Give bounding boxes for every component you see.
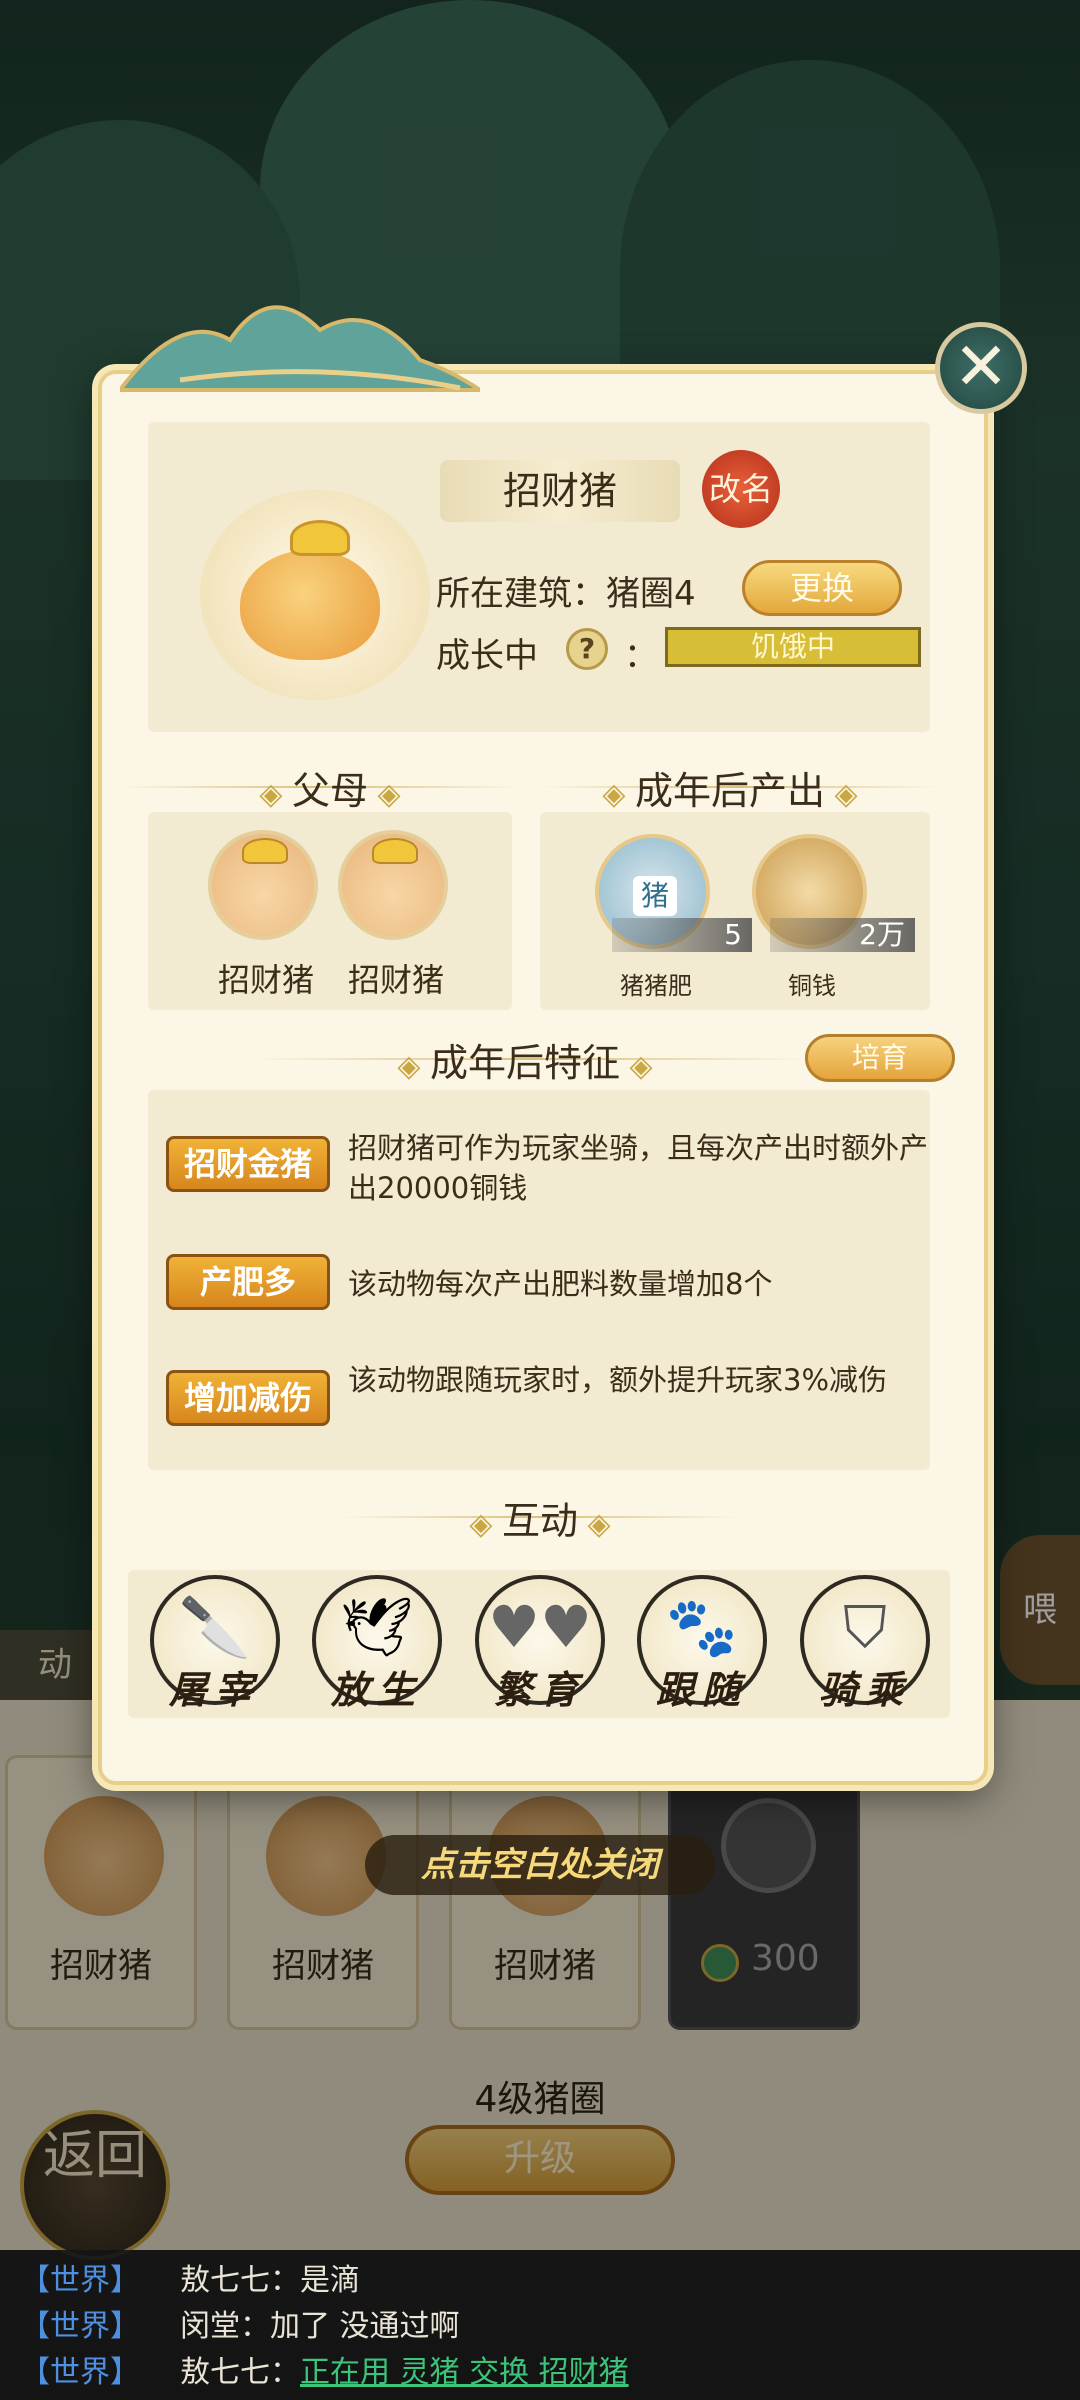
- slaughter-button[interactable]: 🔪 屠宰: [150, 1575, 280, 1712]
- cleaver-icon: 🔪: [178, 1593, 252, 1661]
- interact-heading: ◈ 互动 ◈: [469, 1499, 611, 1543]
- action-label: 屠宰: [168, 1667, 261, 1712]
- mountain-decoration-icon: [120, 305, 480, 392]
- chat-line: 【世界】 敖七七：正在用 灵猪 交换 招财猪: [0, 2350, 1080, 2396]
- trait-description: 该动物跟随玩家时，额外提升玩家3%减伤: [348, 1363, 888, 1397]
- saddle-icon: ⛉: [843, 1593, 887, 1661]
- change-building-button[interactable]: 更换: [742, 560, 902, 616]
- status-bar: 饥饿中: [665, 627, 921, 667]
- action-label: 放生: [330, 1667, 423, 1712]
- hearts-icon: ♥♥: [488, 1593, 592, 1661]
- fertilizer-bag-label: 猪: [633, 876, 677, 916]
- outputs-heading: ◈ 成年后产出 ◈: [602, 769, 858, 813]
- ride-button[interactable]: ⛉ 骑乘: [800, 1575, 930, 1712]
- action-label: 跟随: [655, 1667, 748, 1712]
- growth-label: 成长中: [436, 636, 538, 676]
- gold-ingot-icon: [290, 520, 350, 556]
- trait-tag: 增加减伤: [166, 1370, 330, 1426]
- action-label: 繁育: [493, 1667, 586, 1712]
- building-label: 所在建筑：: [436, 574, 606, 614]
- world-chat[interactable]: 【世界】 敖七七：是滴 【世界】 闵堂：加了 没通过啊 【世界】 敖七七：正在用 灵猪…: [0, 2250, 1080, 2400]
- chat-speaker: 敖七七：: [180, 2355, 300, 2390]
- follow-button[interactable]: 🐾 跟随: [637, 1575, 767, 1712]
- trait-description: 该动物每次产出肥料数量增加8个: [348, 1267, 773, 1301]
- trait-tag: 招财金猪: [166, 1136, 330, 1192]
- chat-text: 敖七七：是滴: [180, 2263, 360, 2298]
- close-hint: 点击空白处关闭: [365, 1835, 715, 1895]
- trade-link[interactable]: 正在用 灵猪 交换 招财猪: [300, 2355, 629, 2390]
- trait-tag: 产肥多: [166, 1254, 330, 1310]
- building-value: 猪圈4: [606, 574, 696, 614]
- parents-heading: ◈ 父母 ◈: [259, 769, 401, 813]
- parent-pig-icon[interactable]: [338, 830, 448, 940]
- fertilizer-label: 猪猪肥: [620, 972, 692, 1000]
- rename-button[interactable]: 改名: [702, 450, 780, 528]
- chat-line: 【世界】 敖七七：是滴: [0, 2258, 1080, 2304]
- release-button[interactable]: 🕊 放生: [312, 1575, 442, 1712]
- chat-channel: 【世界】: [20, 2355, 140, 2390]
- bird-icon: 🕊: [340, 1593, 414, 1661]
- chat-channel: 【世界】: [20, 2309, 140, 2344]
- help-icon[interactable]: ?: [566, 628, 608, 670]
- golden-pig-icon: [240, 550, 380, 660]
- close-button[interactable]: ✕: [935, 322, 1027, 414]
- parent-name: 招财猪: [217, 961, 314, 999]
- fertilizer-count: 5: [612, 918, 752, 952]
- chat-text: 闵堂：加了 没通过啊: [180, 2309, 460, 2344]
- breed-button[interactable]: ♥♥ 繁育: [475, 1575, 605, 1712]
- parent-name: 招财猪: [347, 961, 444, 999]
- chat-line: 【世界】 闵堂：加了 没通过啊: [0, 2304, 1080, 2350]
- coin-count: 2万: [770, 918, 915, 952]
- nurture-button[interactable]: 培育: [805, 1034, 955, 1082]
- chat-channel: 【世界】: [20, 2263, 140, 2298]
- traits-heading: ◈ 成年后特征 ◈: [397, 1041, 653, 1085]
- parent-pig-icon[interactable]: [208, 830, 318, 940]
- coin-label: 铜钱: [788, 972, 836, 1000]
- colon-separator: ：: [624, 636, 658, 676]
- trait-description: 招财猪可作为玩家坐骑，且每次产出时额外产出20000铜钱: [348, 1131, 929, 1205]
- action-label: 骑乘: [818, 1667, 911, 1712]
- pet-name: 招财猪: [440, 460, 680, 522]
- paw-icon: 🐾: [665, 1593, 739, 1661]
